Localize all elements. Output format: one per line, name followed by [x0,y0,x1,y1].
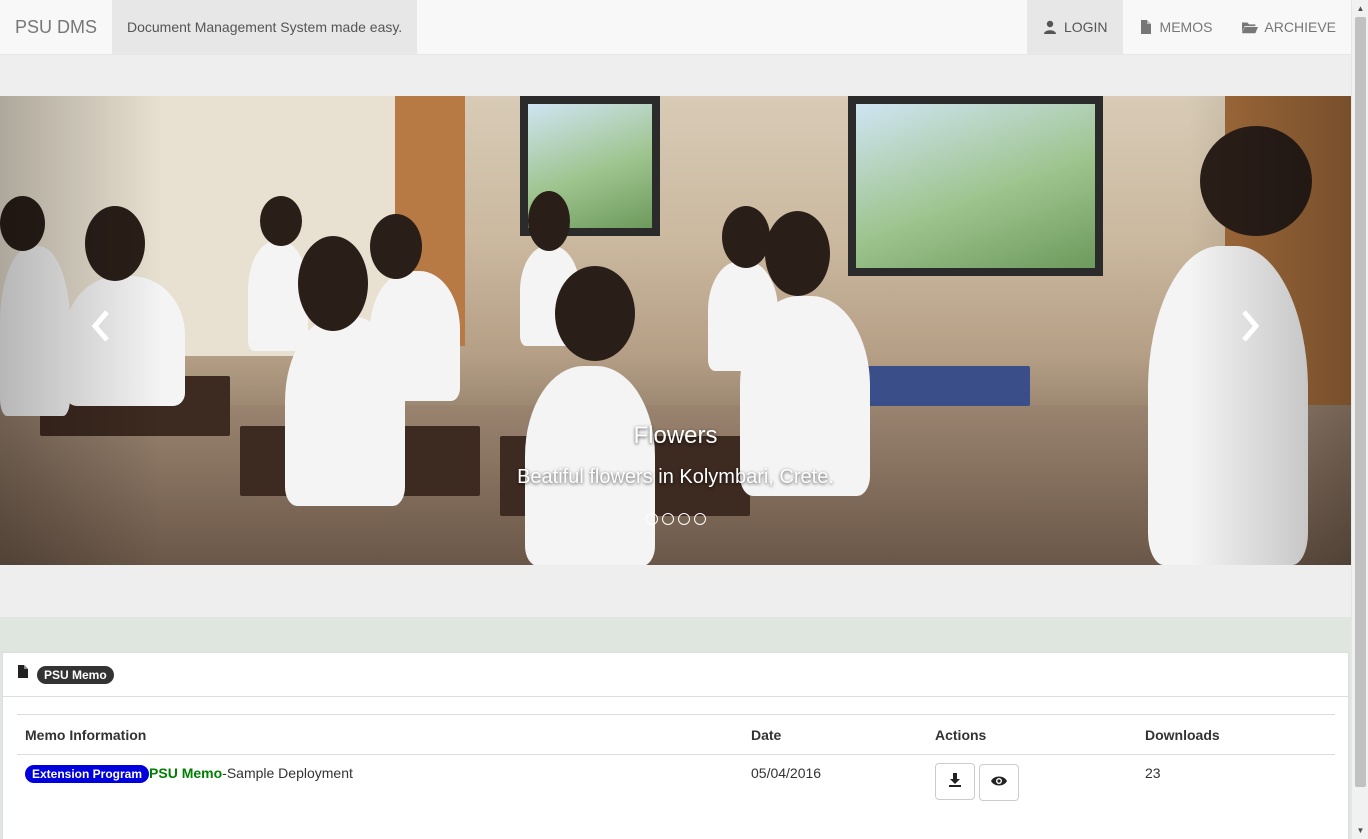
folder-open-icon [1242,19,1259,35]
table-row: Extension Program PSU Memo-Sample Deploym… [17,755,1335,811]
eye-icon [991,774,1007,790]
image-carousel: Flowers Beatiful flowers in Kolymbari, C… [0,96,1351,565]
carousel-caption-title: Flowers [633,422,718,449]
download-icon [948,773,962,790]
view-button[interactable] [979,763,1019,801]
carousel-prev-button[interactable] [80,306,120,356]
category-badge: Extension Program [25,765,150,783]
memo-info-cell: Extension Program PSU Memo-Sample Deploym… [17,755,743,811]
memo-panel: PSU Memo Memo Information Date Actions D… [2,652,1349,839]
file-icon [1138,19,1154,35]
scrollbar-thumb[interactable] [1355,17,1366,787]
carousel-next-button[interactable] [1231,306,1271,356]
downloads-count: 23 [1145,765,1161,781]
panel-heading-badge: PSU Memo [37,665,114,684]
nav-memos-label: MEMOS [1159,19,1213,35]
scroll-up-arrow-icon[interactable]: ▲ [1352,0,1368,17]
actions-cell [927,755,1137,811]
carousel-indicator-2[interactable] [661,513,674,525]
nav-menu: LOGIN MEMOS ARCHIEVE [1026,0,1351,54]
col-actions: Actions [927,714,1137,755]
nav-login-label: LOGIN [1063,19,1108,35]
top-navbar: PSU DMS Document Management System made … [0,0,1351,55]
nav-archieve-label: ARCHIEVE [1264,19,1336,35]
download-button[interactable] [935,763,975,800]
memo-suffix: -Sample Deployment [222,765,353,781]
col-memo-information: Memo Information [17,714,743,755]
col-date: Date [743,714,927,755]
memo-table-wrap: Memo Information Date Actions Downloads … [17,714,1335,811]
memo-title-link[interactable]: PSU Memo [149,765,222,781]
panel-heading: PSU Memo [3,653,1348,697]
memo-date: 05/04/2016 [751,765,822,781]
nav-memos[interactable]: MEMOS [1123,0,1228,54]
carousel-indicators [0,513,1351,525]
chevron-left-icon [89,310,111,350]
brand-link[interactable]: PSU DMS [0,0,112,54]
user-icon [1042,19,1058,35]
scroll-down-arrow-icon[interactable]: ▼ [1352,822,1368,839]
carousel-indicator-3[interactable] [677,513,690,525]
carousel-indicator-1[interactable] [645,513,658,525]
carousel-indicator-4[interactable] [693,513,706,525]
table-header-row: Memo Information Date Actions Downloads [17,714,1335,755]
nav-archieve[interactable]: ARCHIEVE [1227,0,1351,54]
vertical-scrollbar[interactable]: ▲ ▼ [1351,0,1368,839]
memo-table: Memo Information Date Actions Downloads … [17,714,1335,811]
file-icon [18,665,29,684]
col-downloads: Downloads [1137,714,1335,755]
carousel-caption-text: Beatiful flowers in Kolymbari, Crete. [517,466,834,488]
nav-login[interactable]: LOGIN [1026,0,1123,54]
chevron-right-icon [1240,310,1262,350]
tagline: Document Management System made easy. [112,0,418,54]
